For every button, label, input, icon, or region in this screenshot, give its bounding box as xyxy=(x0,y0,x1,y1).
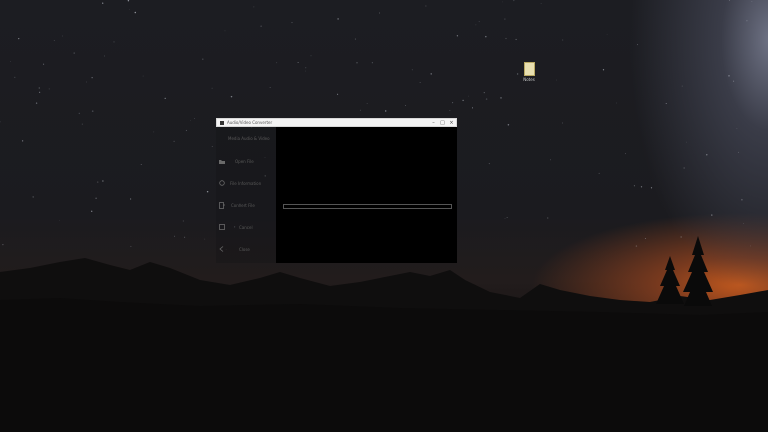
sidebar-item-label: Convert File xyxy=(231,202,255,208)
sidebar-item-close[interactable]: Close xyxy=(216,242,276,256)
minimize-button[interactable]: – xyxy=(429,119,438,127)
window-titlebar[interactable]: Audio/Video Converter – □ × xyxy=(216,118,457,127)
close-button[interactable]: × xyxy=(447,119,456,127)
sidebar-item-convert-file[interactable]: Convert File xyxy=(216,198,276,212)
sidebar-item-label: Open File xyxy=(235,158,254,164)
sidebar-item-label: Close xyxy=(239,246,250,252)
chat-bubble-icon xyxy=(219,180,225,186)
sidebar-item-label: Cancel xyxy=(239,224,253,230)
sidebar-app-name: Media Audio & Video xyxy=(228,136,270,141)
document-icon xyxy=(523,62,535,76)
app-icon xyxy=(220,120,224,125)
desktop-file-label: Notes xyxy=(523,77,535,82)
exit-icon xyxy=(219,246,225,252)
desktop-file-shortcut[interactable]: Notes xyxy=(519,62,539,82)
sidebar-item-open-file[interactable]: Open File xyxy=(216,154,276,168)
conversion-progress-bar xyxy=(283,204,452,209)
convert-file-icon xyxy=(219,201,225,209)
maximize-button[interactable]: □ xyxy=(438,119,447,127)
converter-window: Audio/Video Converter – □ × Media Audio … xyxy=(216,118,457,263)
sidebar-item-cancel[interactable]: Cancel xyxy=(216,220,276,234)
window-title: Audio/Video Converter xyxy=(227,120,273,125)
sidebar-item-label: File Information xyxy=(230,180,262,186)
stop-icon xyxy=(219,224,225,230)
sidebar: Media Audio & Video Open File File Infor… xyxy=(216,127,276,263)
content-pane xyxy=(276,127,457,263)
folder-icon xyxy=(219,158,225,164)
sidebar-item-file-information[interactable]: File Information xyxy=(216,176,276,190)
